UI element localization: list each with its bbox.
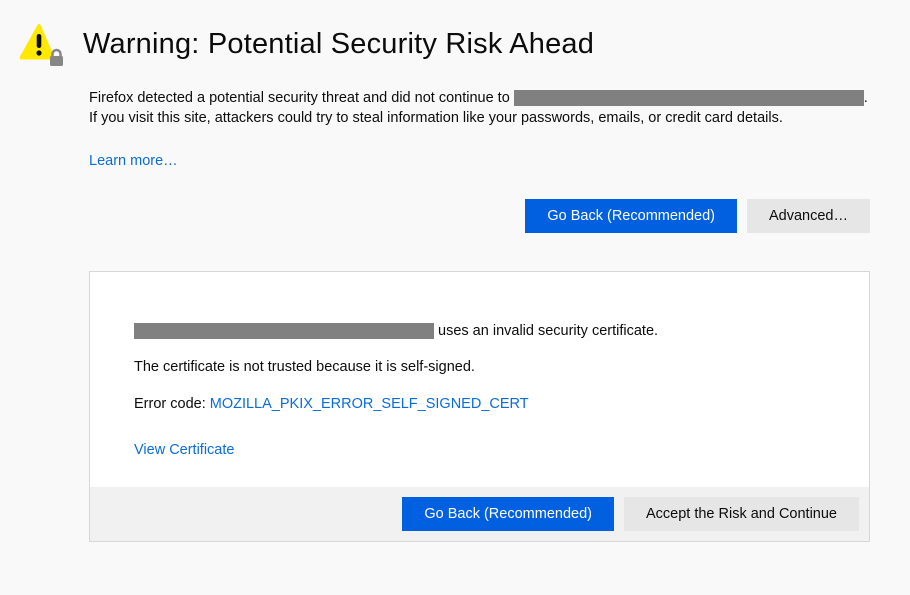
warning-lock-icon: [15, 20, 63, 68]
advanced-button[interactable]: Advanced…: [747, 199, 870, 233]
error-code-label: Error code:: [134, 396, 210, 412]
view-certificate-link[interactable]: View Certificate: [134, 442, 234, 458]
redacted-domain: [514, 90, 864, 106]
redacted-domain-panel: [134, 323, 434, 339]
learn-more-link[interactable]: Learn more…: [89, 153, 178, 169]
cert-invalid-msg: uses an invalid security certificate.: [434, 323, 658, 339]
advanced-panel: uses an invalid security certificate. Th…: [89, 271, 870, 543]
not-trusted-msg: The certificate is not trusted because i…: [134, 356, 869, 378]
go-back-button[interactable]: Go Back (Recommended): [525, 199, 737, 233]
accept-risk-button[interactable]: Accept the Risk and Continue: [624, 497, 859, 531]
desc-before: Firefox detected a potential security th…: [89, 90, 514, 106]
threat-description: Firefox detected a potential security th…: [89, 88, 870, 129]
page-title: Warning: Potential Security Risk Ahead: [83, 28, 594, 61]
error-code-link[interactable]: MOZILLA_PKIX_ERROR_SELF_SIGNED_CERT: [210, 396, 529, 412]
go-back-button-panel[interactable]: Go Back (Recommended): [402, 497, 614, 531]
